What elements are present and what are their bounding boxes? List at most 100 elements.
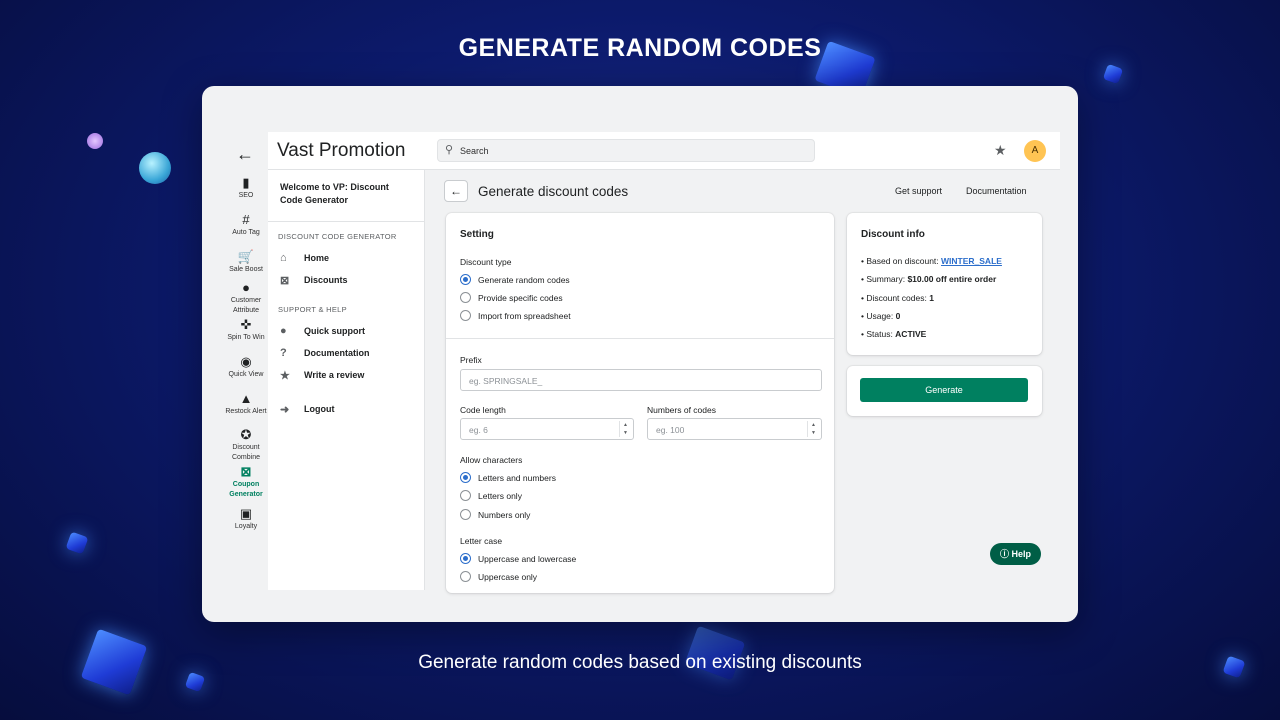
radio-import-spreadsheet[interactable]: Import from spreadsheet (460, 310, 571, 321)
rail-item-loyalty[interactable]: ▣ Loyalty (224, 507, 268, 532)
divider (446, 338, 834, 339)
code-length-input[interactable]: eg. 6 ▲ ▼ (460, 418, 634, 440)
rail-item-seo[interactable]: ▮ SEO (224, 176, 268, 201)
nav-section-generator: DISCOUNT CODE GENERATOR (278, 232, 397, 241)
star-icon[interactable]: ★ (994, 142, 1007, 159)
page-back-button[interactable]: ← (444, 180, 468, 202)
generate-button[interactable]: Generate (860, 378, 1028, 402)
nav-welcome: Welcome to VP: Discount Code Generator (268, 170, 424, 222)
eye-icon: ◉ (240, 354, 252, 369)
bg-orb-purple (87, 133, 103, 149)
settings-title: Setting (460, 229, 494, 240)
radio-generate-random[interactable]: Generate random codes (460, 274, 570, 285)
radio-dot (460, 571, 471, 582)
app-window: ← ▮ SEO # Auto Tag 🛒 Sale Boost ● Customer A… (202, 86, 1078, 622)
rail-item-customer-attribute[interactable]: ● Customer Attribute (224, 281, 268, 316)
rail-item-quick-view[interactable]: ◉ Quick View (224, 355, 268, 380)
main-content: ← Generate discount codes Get support Do… (426, 170, 1060, 593)
brand-name: Vast Promotion (277, 140, 406, 161)
rail-item-coupon-generator[interactable]: ⊠ Coupon Generator (224, 465, 268, 500)
code-length-stepper[interactable]: ▲ ▼ (619, 421, 631, 437)
info-summary: • Summary: $10.00 off entire order (861, 274, 997, 284)
logout-icon: ➜ (280, 403, 290, 416)
bg-cube (65, 531, 89, 555)
radio-dot (460, 509, 471, 520)
info-usage: • Usage: 0 (861, 311, 901, 321)
chevron-down-icon[interactable]: ▼ (808, 429, 819, 437)
nav-item-home[interactable]: ⌂ Home (268, 247, 424, 269)
numbers-of-codes-input[interactable]: eg. 100 ▲ ▼ (647, 418, 822, 440)
gift-icon: ▣ (239, 506, 253, 521)
nav-item-documentation[interactable]: ? Documentation (268, 342, 424, 364)
prefix-placeholder: eg. SPRINGSALE_ (469, 376, 543, 386)
radio-letters-and-numbers[interactable]: Letters and numbers (460, 472, 556, 483)
nav-item-discounts[interactable]: ⊠ Discounts (268, 269, 424, 291)
code-length-label: Code length (460, 405, 506, 415)
radio-letters-only[interactable]: Letters only (460, 490, 522, 501)
nav-panel: Welcome to VP: Discount Code Generator D… (268, 170, 425, 590)
hash-icon: # (242, 212, 250, 227)
discount-link[interactable]: WINTER_SALE (941, 256, 1002, 266)
page-title: Generate discount codes (478, 184, 629, 199)
letter-case-label: Letter case (460, 536, 503, 546)
star-icon: ★ (280, 369, 290, 382)
search-input[interactable]: ⚲ Search (437, 139, 815, 162)
chevron-up-icon[interactable]: ▲ (620, 421, 631, 429)
prefix-label: Prefix (460, 355, 482, 365)
allow-characters-label: Allow characters (460, 455, 523, 465)
home-icon: ⌂ (280, 252, 287, 264)
radio-provide-specific[interactable]: Provide specific codes (460, 292, 563, 303)
documentation-link[interactable]: Documentation (966, 186, 1027, 196)
discount-info-card: Discount info • Based on discount: WINTE… (847, 213, 1042, 355)
bar-chart-icon: ▮ (242, 175, 250, 190)
discount-info-title: Discount info (861, 229, 925, 240)
get-support-link[interactable]: Get support (895, 186, 942, 196)
cart-icon: 🛒 (237, 249, 255, 264)
radio-dot (460, 274, 471, 285)
top-bar: Vast Promotion ⚲ Search ★ A (268, 132, 1060, 170)
headline: GENERATE RANDOM CODES (458, 34, 822, 62)
help-button[interactable]: ⓘ Help (990, 543, 1041, 565)
bg-orb-cyan (139, 152, 171, 184)
nav-item-write-review[interactable]: ★ Write a review (268, 364, 424, 386)
gamepad-icon: ✜ (240, 317, 252, 332)
rail-item-auto-tag[interactable]: # Auto Tag (224, 213, 268, 238)
bg-cube (1102, 63, 1124, 85)
rail-item-spin-to-win[interactable]: ✜ Spin To Win (224, 318, 268, 343)
back-arrow-icon[interactable]: ← (236, 144, 254, 165)
chevron-down-icon[interactable]: ▼ (620, 429, 631, 437)
radio-upper-and-lower[interactable]: Uppercase and lowercase (460, 553, 576, 564)
radio-dot (460, 310, 471, 321)
search-icon: ⚲ (445, 144, 454, 156)
nav-section-support: SUPPORT & HELP (278, 305, 347, 314)
info-discount-codes: • Discount codes: 1 (861, 293, 934, 303)
rail-item-restock-alert[interactable]: ▲ Restock Alert (224, 392, 268, 417)
bell-icon: ▲ (239, 391, 253, 406)
nav-item-logout[interactable]: ➜ Logout (268, 398, 424, 420)
generate-card: Generate (847, 366, 1042, 416)
chevron-up-icon[interactable]: ▲ (808, 421, 819, 429)
person-icon: ● (242, 280, 250, 295)
search-placeholder: Search (460, 146, 489, 156)
app-rail: ← ▮ SEO # Auto Tag 🛒 Sale Boost ● Customer A… (224, 132, 268, 588)
discounts-icon: ⊠ (280, 274, 290, 287)
nav-item-quick-support[interactable]: ● Quick support (268, 320, 424, 342)
numbers-of-codes-placeholder: eg. 100 (656, 425, 685, 435)
avatar[interactable]: A (1024, 140, 1046, 162)
radio-numbers-only[interactable]: Numbers only (460, 509, 530, 520)
discount-type-label: Discount type (460, 257, 512, 267)
info-based-on: • Based on discount: WINTER_SALE (861, 256, 1002, 266)
code-length-placeholder: eg. 6 (469, 425, 488, 435)
radio-dot (460, 553, 471, 564)
chat-icon: ● (280, 325, 287, 337)
radio-dot (460, 472, 471, 483)
radio-uppercase-only[interactable]: Uppercase only (460, 571, 537, 582)
rail-item-sale-boost[interactable]: 🛒 Sale Boost (224, 250, 268, 275)
numbers-of-codes-label: Numbers of codes (647, 405, 716, 415)
question-icon: ⓘ (999, 549, 1012, 559)
numbers-of-codes-stepper[interactable]: ▲ ▼ (807, 421, 819, 437)
prefix-input[interactable]: eg. SPRINGSALE_ (460, 369, 822, 391)
rail-item-discount-combine[interactable]: ✪ Discount Combine (224, 428, 268, 463)
bg-cube (184, 671, 206, 693)
question-icon: ? (280, 347, 287, 359)
